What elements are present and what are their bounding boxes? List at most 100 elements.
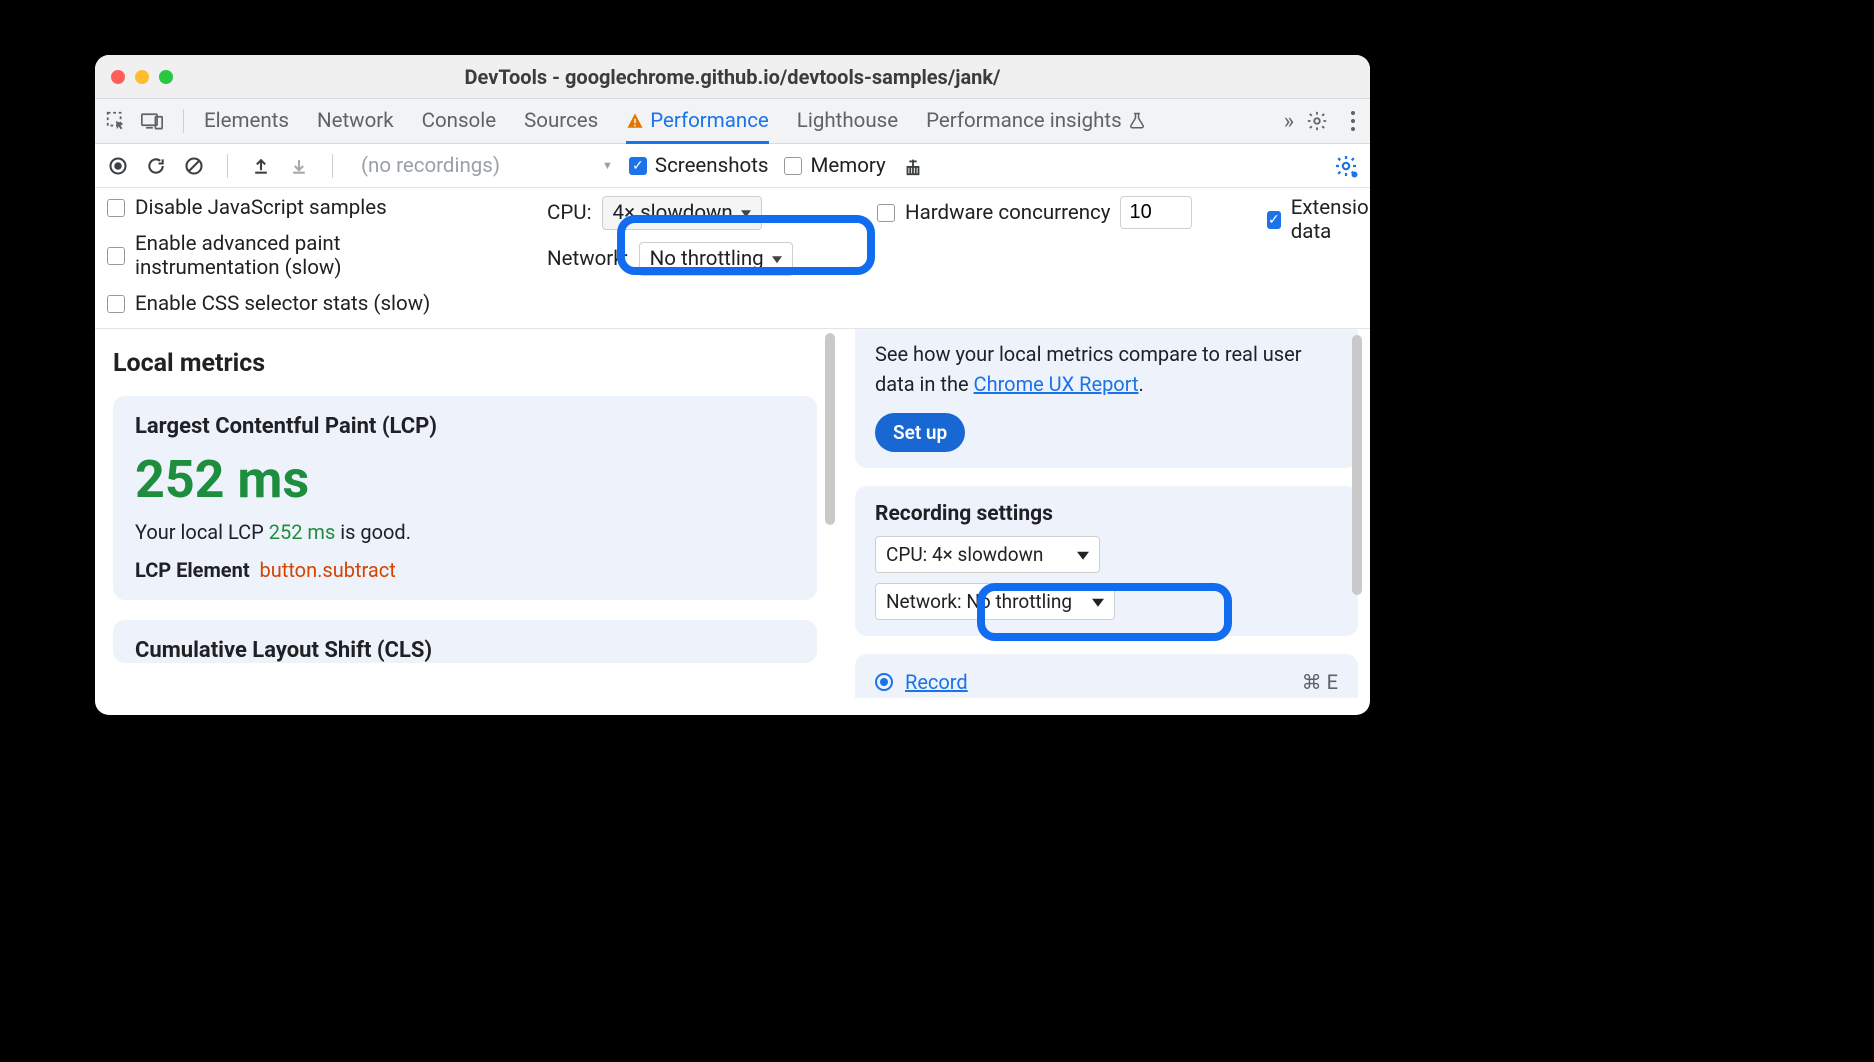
checkbox-label: Enable CSS selector stats (slow) [135, 292, 430, 316]
tab-performance[interactable]: Performance [626, 99, 769, 144]
capture-settings-gear-icon[interactable] [1334, 154, 1358, 178]
scrollbar[interactable] [825, 333, 835, 525]
tab-label: Console [422, 109, 496, 133]
tab-lighthouse[interactable]: Lighthouse [797, 99, 898, 144]
record-button[interactable] [107, 155, 129, 177]
network-value: No throttling [650, 247, 764, 271]
cpu-throttle-select[interactable]: 4× slowdown [602, 196, 762, 230]
recording-cpu-value: CPU: 4× slowdown [886, 543, 1043, 566]
cls-title: Cumulative Layout Shift (CLS) [135, 638, 795, 663]
local-metrics-pane: Local metrics Largest Contentful Paint (… [95, 329, 835, 715]
lcp-title: Largest Contentful Paint (LCP) [135, 414, 795, 439]
checkbox-icon [107, 295, 125, 313]
close-icon[interactable] [111, 70, 125, 84]
lcp-card: Largest Contentful Paint (LCP) 252 ms Yo… [113, 396, 817, 600]
memory-toggle[interactable]: Memory [784, 154, 885, 178]
gear-icon[interactable] [1306, 110, 1328, 132]
separator [332, 154, 333, 178]
clear-button[interactable] [183, 155, 205, 177]
separator [227, 154, 228, 178]
checkbox-label: Memory [810, 154, 885, 178]
garbage-collect-button[interactable] [902, 155, 924, 177]
inspect-icon[interactable] [105, 110, 127, 132]
checkbox-icon [1267, 211, 1281, 229]
main-content: Local metrics Largest Contentful Paint (… [95, 329, 1370, 715]
checkbox-icon [107, 199, 125, 217]
tab-label: Network [317, 109, 394, 133]
zoom-icon[interactable] [159, 70, 173, 84]
window-title: DevTools - googlechrome.github.io/devtoo… [95, 65, 1370, 89]
separator [183, 109, 184, 133]
field-data-text: See how your local metrics compare to re… [875, 339, 1338, 399]
tab-console[interactable]: Console [422, 99, 496, 144]
chevron-down-icon: ▼ [602, 159, 613, 172]
recording-cpu-select[interactable]: CPU: 4× slowdown [875, 536, 1100, 573]
lcp-element-label: LCP Element [135, 558, 250, 582]
tab-label: Lighthouse [797, 109, 898, 133]
minimize-icon[interactable] [135, 70, 149, 84]
lcp-value: 252 ms [135, 449, 795, 510]
network-throttle-select[interactable]: No throttling [639, 242, 793, 276]
checkbox-icon [629, 157, 647, 175]
advanced-paint-toggle[interactable]: Enable advanced paint instrumentation (s… [107, 232, 537, 280]
crux-link[interactable]: Chrome UX Report [974, 372, 1139, 396]
side-pane: See how your local metrics compare to re… [835, 329, 1370, 715]
tab-network[interactable]: Network [317, 99, 394, 144]
tab-sources[interactable]: Sources [524, 99, 598, 144]
upload-profile-button[interactable] [250, 155, 272, 177]
scrollbar[interactable] [1352, 335, 1362, 595]
more-tabs-icon[interactable]: » [1284, 109, 1288, 134]
tab-performance-insights[interactable]: Performance insights [926, 99, 1146, 144]
cpu-value: 4× slowdown [613, 201, 733, 225]
tab-label: Performance [650, 109, 769, 133]
record-link[interactable]: Record [905, 670, 968, 694]
lcp-element-selector[interactable]: button.subtract [260, 558, 396, 582]
flask-icon [1128, 112, 1146, 130]
css-selector-stats-toggle[interactable]: Enable CSS selector stats (slow) [107, 292, 537, 316]
download-profile-button [288, 155, 310, 177]
record-shortcut: ⌘ E [1302, 670, 1338, 694]
cpu-label: CPU: [547, 201, 592, 225]
hardware-concurrency-input[interactable] [1120, 196, 1192, 229]
disable-js-samples-toggle[interactable]: Disable JavaScript samples [107, 196, 537, 220]
recording-network-value: Network: No throttling [886, 590, 1072, 613]
setup-button[interactable]: Set up [875, 413, 965, 452]
checkbox-label: Disable JavaScript samples [135, 196, 387, 220]
capture-settings: Disable JavaScript samples Enable advanc… [95, 188, 1370, 329]
recordings-label: (no recordings) [361, 154, 500, 178]
checkbox-label: Enable advanced paint instrumentation (s… [135, 232, 485, 280]
checkbox-label: Extension data [1291, 196, 1370, 244]
window-controls [95, 70, 173, 84]
record-panel: Record ⌘ E [855, 654, 1358, 698]
devtools-window: DevTools - googlechrome.github.io/devtoo… [95, 55, 1370, 715]
recording-network-select[interactable]: Network: No throttling [875, 583, 1115, 620]
checkbox-label: Screenshots [655, 154, 769, 178]
checkbox-icon[interactable] [877, 204, 895, 222]
tab-label: Sources [524, 109, 598, 133]
device-toggle-icon[interactable] [141, 110, 163, 132]
tab-label: Performance insights [926, 109, 1122, 133]
record-radio-icon [875, 673, 893, 691]
local-metrics-heading: Local metrics [113, 349, 817, 378]
lcp-element-row: LCP Element button.subtract [135, 558, 795, 582]
cls-card: Cumulative Layout Shift (CLS) [113, 620, 817, 663]
checkbox-icon [784, 157, 802, 175]
recordings-dropdown[interactable]: (no recordings) ▼ [361, 154, 613, 178]
tab-strip: Elements Network Console Sources Perform… [95, 99, 1370, 144]
screenshots-toggle[interactable]: Screenshots [629, 154, 769, 178]
title-bar: DevTools - googlechrome.github.io/devtoo… [95, 55, 1370, 99]
performance-toolbar: (no recordings) ▼ Screenshots Memory [95, 144, 1370, 188]
hw-label: Hardware concurrency [905, 201, 1110, 225]
extension-data-toggle[interactable]: Extension data [1267, 196, 1370, 244]
tab-elements[interactable]: Elements [204, 99, 289, 144]
reload-record-button[interactable] [145, 155, 167, 177]
warning-icon [626, 112, 644, 130]
cpu-throttle-row: CPU: 4× slowdown [547, 196, 867, 230]
kebab-menu-icon[interactable] [1346, 119, 1360, 123]
recording-settings-panel: Recording settings CPU: 4× slowdown Netw… [855, 486, 1358, 636]
field-data-panel: See how your local metrics compare to re… [855, 329, 1358, 468]
checkbox-icon [107, 247, 125, 265]
network-label: Network: [547, 247, 629, 271]
lcp-assessment: Your local LCP 252 ms is good. [135, 520, 795, 544]
hardware-concurrency-row: Hardware concurrency [877, 196, 1257, 229]
